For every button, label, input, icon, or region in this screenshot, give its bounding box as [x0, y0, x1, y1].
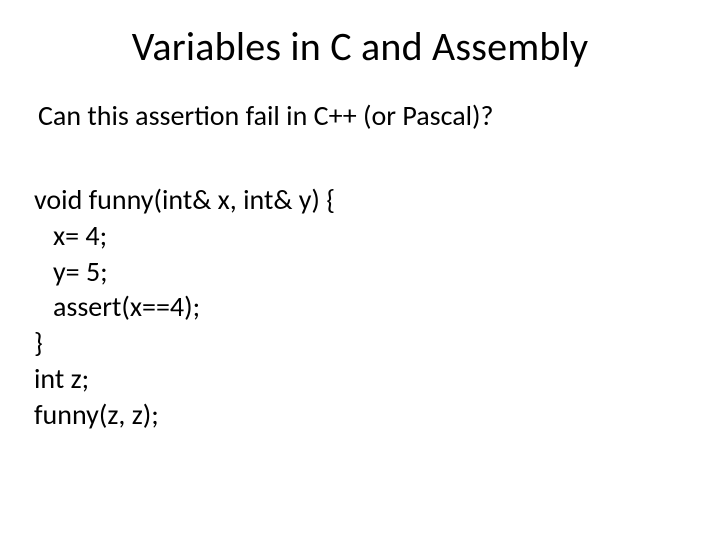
- code-line: void funny(int& x, int& y) {: [34, 182, 335, 217]
- code-block: void funny(int& x, int& y) { x= 4; y= 5;…: [34, 182, 335, 433]
- slide-subtitle: Can this assertion fail in C++ (or Pasca…: [38, 98, 494, 133]
- code-line: }: [34, 325, 43, 360]
- code-line: y= 5;: [34, 254, 108, 289]
- slide-title: Variables in C and Assembly: [0, 22, 720, 71]
- code-line: funny(z, z);: [34, 397, 159, 432]
- code-line: assert(x==4);: [34, 289, 200, 324]
- slide: Variables in C and Assembly Can this ass…: [0, 0, 720, 540]
- code-line: int z;: [34, 361, 89, 396]
- code-line: x= 4;: [34, 218, 107, 253]
